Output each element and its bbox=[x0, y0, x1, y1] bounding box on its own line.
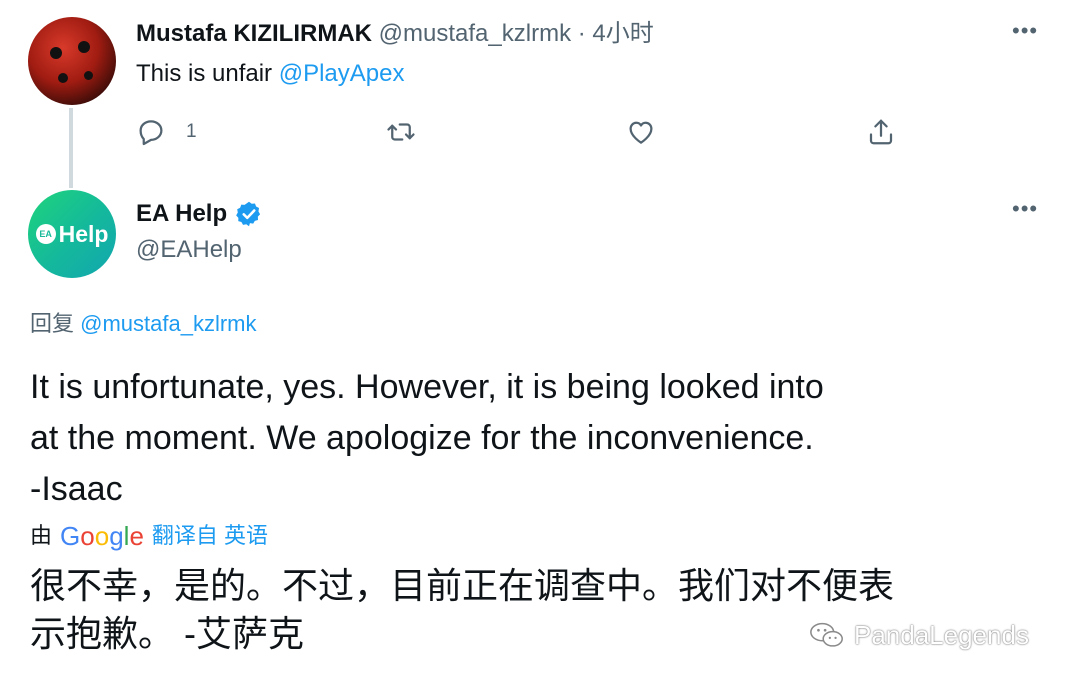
translated-by-label: 由 bbox=[30, 523, 53, 548]
reply-count: 1 bbox=[186, 121, 197, 142]
heart-icon bbox=[629, 121, 653, 144]
author-handle[interactable]: @EAHelp bbox=[136, 234, 242, 266]
retweet-icon bbox=[387, 123, 415, 141]
google-letter: o bbox=[80, 521, 95, 551]
avatar-mustafa[interactable] bbox=[28, 17, 116, 105]
tweet1-header: Mustafa KIZILIRMAK @mustafa_kzlrmk · 4小时 bbox=[136, 18, 654, 50]
avatar-ea-help[interactable]: EA Help bbox=[28, 190, 116, 278]
google-letter: G bbox=[60, 521, 81, 551]
wechat-icon bbox=[810, 622, 843, 647]
translated-from-link[interactable]: 翻译自 英语 bbox=[152, 518, 268, 554]
watermark-text: PandaLegends bbox=[854, 620, 1029, 650]
translation-line: 很不幸，是的。不过，目前正在调查中。我们对不便表 bbox=[30, 565, 895, 606]
tweet-time[interactable]: 4小时 bbox=[592, 20, 653, 47]
google-letter: o bbox=[94, 521, 110, 551]
tweet2-text: It is unfortunate, yes. However, it is b… bbox=[30, 362, 1030, 515]
author-name[interactable]: EA Help bbox=[136, 198, 227, 230]
ea-logo: EA bbox=[35, 224, 56, 244]
google-logo: Google bbox=[60, 518, 144, 554]
reply-icon bbox=[139, 120, 163, 146]
share-button[interactable] bbox=[866, 114, 896, 150]
retweet-button[interactable] bbox=[386, 114, 416, 150]
like-button[interactable] bbox=[626, 114, 656, 150]
tweet-text-line: It is unfortunate, yes. However, it is b… bbox=[30, 368, 824, 406]
reply-prefix: 回复 bbox=[30, 311, 81, 336]
avatar-mark bbox=[50, 47, 62, 59]
mention-link[interactable]: @PlayApex bbox=[279, 60, 405, 87]
separator-dot: · bbox=[577, 20, 586, 47]
author-name[interactable]: Mustafa KIZILIRMAK bbox=[136, 20, 372, 47]
tweet1-actions: 1 bbox=[136, 114, 896, 150]
google-letter: e bbox=[129, 521, 144, 551]
replying-to: 回复 @mustafa_kzlrmk bbox=[30, 308, 257, 340]
tweet2-author: EA Help bbox=[136, 198, 263, 230]
author-handle[interactable]: @mustafa_kzlrmk bbox=[379, 20, 571, 47]
avatar-mark bbox=[78, 41, 90, 53]
google-letter: g bbox=[109, 521, 124, 551]
more-options-icon[interactable]: ••• bbox=[1012, 18, 1038, 44]
tweet-text: This is unfair bbox=[136, 60, 279, 87]
share-icon bbox=[869, 119, 893, 145]
reply-button[interactable]: 1 bbox=[136, 114, 197, 150]
avatar-mark bbox=[58, 73, 68, 83]
tweet-text-line: at the moment. We apologize for the inco… bbox=[30, 419, 814, 457]
translated-by-google: 由 Google 翻译自 英语 bbox=[30, 518, 268, 554]
avatar-mark bbox=[84, 71, 93, 80]
thread-connector-line bbox=[69, 108, 73, 188]
reply-mention-link[interactable]: @mustafa_kzlrmk bbox=[80, 311, 256, 336]
watermark: PandaLegends bbox=[808, 618, 1029, 652]
verified-badge-icon bbox=[236, 201, 261, 227]
tweet1-text: This is unfair @PlayApex bbox=[136, 58, 404, 90]
tweet-text-line: -Isaac bbox=[30, 470, 123, 508]
avatar-help-text: Help bbox=[58, 220, 109, 247]
more-options-icon[interactable]: ••• bbox=[1012, 196, 1038, 222]
